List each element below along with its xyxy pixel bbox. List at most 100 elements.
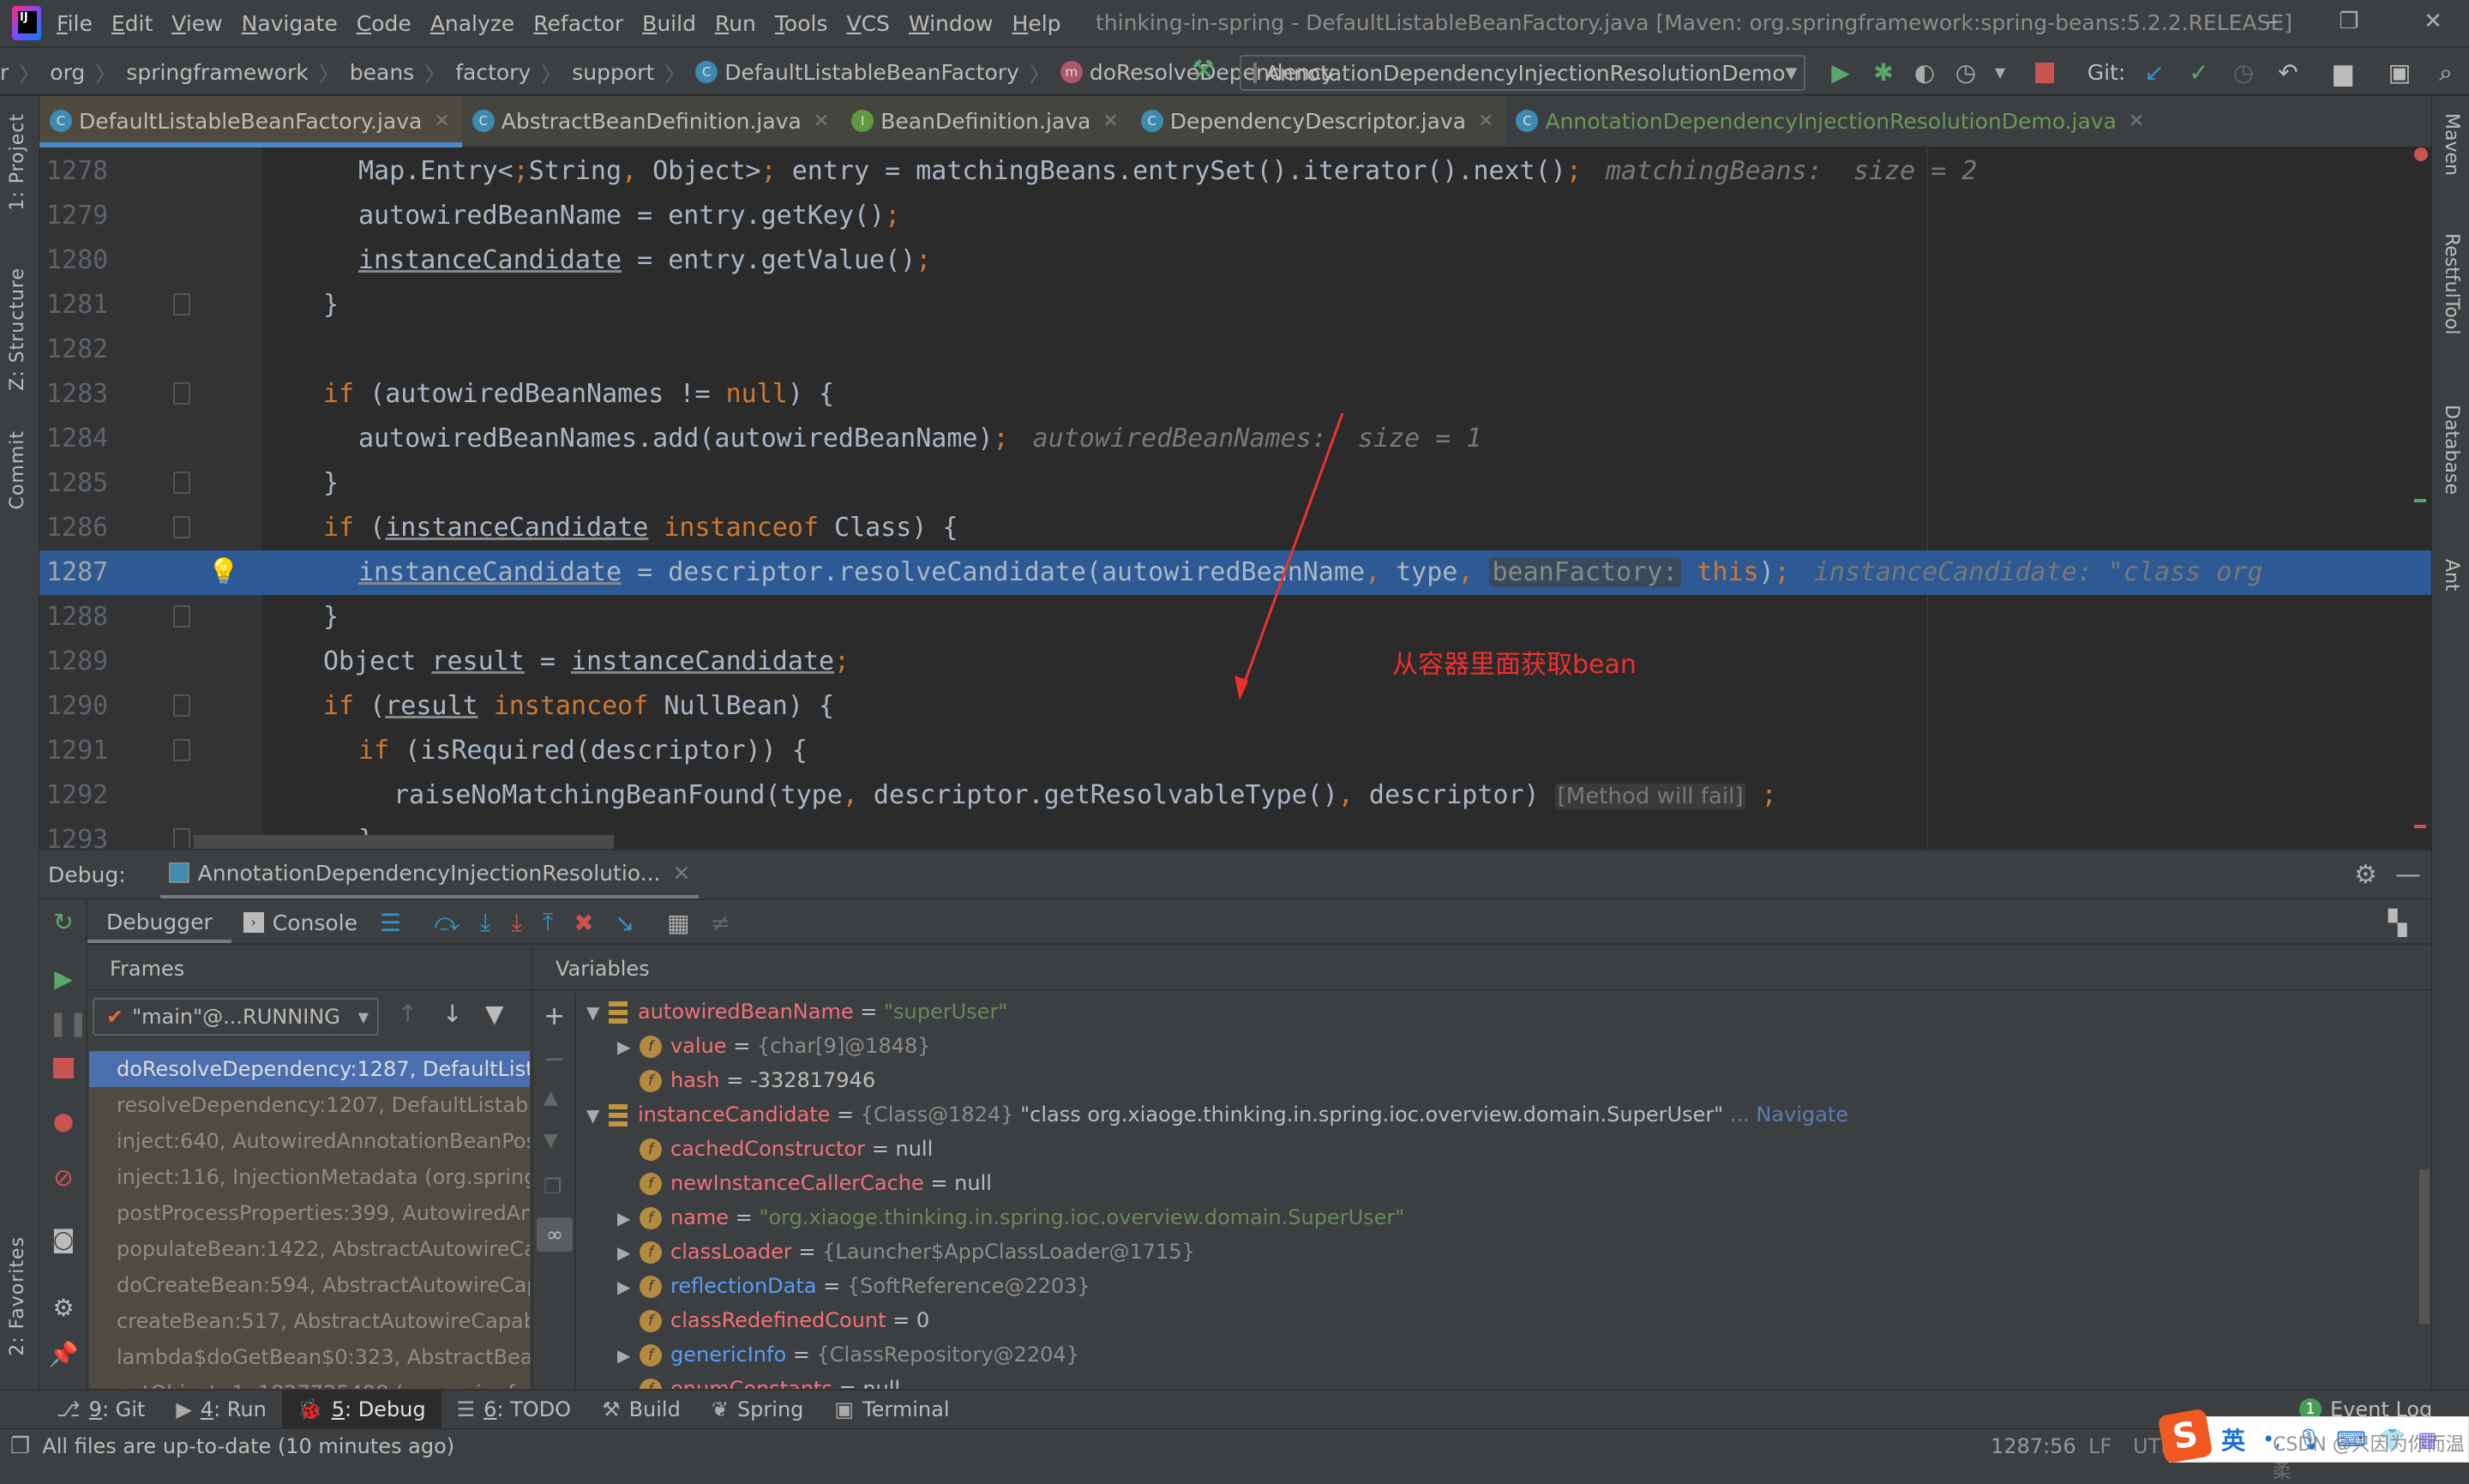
collapsed-arrow-icon[interactable]: ▶ — [617, 1030, 640, 1064]
close-window-button[interactable]: ✕ — [2416, 9, 2450, 39]
breadcrumb-item[interactable]: factory — [455, 60, 531, 85]
git-commit-icon[interactable]: ✓ — [2184, 58, 2214, 87]
tool-favorites[interactable]: 2: Favorites — [7, 1236, 28, 1356]
tool-window-run[interactable]: ▶ 4: Run — [160, 1391, 281, 1428]
tool-project[interactable]: 1: Project — [7, 113, 28, 211]
variable-node[interactable]: ▶ f reflectionData = {SoftReference@2203} — [617, 1269, 1090, 1303]
line-number[interactable]: 1278 — [46, 149, 115, 194]
stack-frame[interactable]: resolveDependency:1207, DefaultListableB — [89, 1087, 530, 1123]
line-number[interactable]: 1290 — [46, 684, 115, 729]
ime-language[interactable]: 英 — [2221, 1422, 2245, 1457]
line-number[interactable]: 1281 — [46, 283, 115, 327]
debug-session-tab[interactable]: AnnotationDependencyInjectionResolutio..… — [159, 850, 700, 898]
line-number[interactable]: 1283 — [46, 372, 115, 417]
step-over-icon[interactable]: ⤼ — [434, 908, 460, 937]
close-tab-icon[interactable]: ✕ — [1102, 111, 1118, 132]
pin-icon[interactable]: 📌 — [48, 1339, 79, 1370]
stop-debug-icon[interactable] — [48, 1053, 79, 1084]
variable-node[interactable]: f newInstanceCallerCache = null — [617, 1166, 992, 1200]
editor-tab[interactable]: C AbstractBeanDefinition.java ✕ — [461, 96, 842, 146]
tool-window-debug[interactable]: 🐞 5: Debug — [281, 1391, 442, 1428]
previous-frame-icon[interactable]: ↑ — [398, 1000, 418, 1028]
restore-button[interactable]: ❐ — [2332, 9, 2366, 39]
line-separator[interactable]: LF — [2088, 1434, 2112, 1458]
line-number[interactable]: 1285 — [46, 461, 115, 506]
stack-frame[interactable]: doResolveDependency:1287, DefaultListab — [89, 1051, 530, 1087]
intention-bulb-icon[interactable]: 💡 — [207, 550, 239, 595]
git-update-icon[interactable]: ↙ — [2140, 58, 2169, 87]
menu-navigate[interactable]: Navigate — [242, 11, 338, 36]
project-structure-icon[interactable]: ▆ — [2328, 58, 2358, 87]
tool-structure[interactable]: Z: Structure — [7, 267, 28, 391]
minimize-button[interactable]: – — [2255, 9, 2289, 39]
close-tab-icon[interactable]: ✕ — [814, 111, 829, 132]
tool-restfultool[interactable]: RestfulTool — [2441, 233, 2462, 334]
line-number[interactable]: 1288 — [46, 595, 115, 640]
editor-tab[interactable]: C AnnotationDependencyInjectionResolution… — [1505, 96, 2157, 146]
snapshot-camera-icon[interactable]: ◙ — [48, 1224, 79, 1255]
debug-settings-icon[interactable]: ⚙ — [48, 1293, 79, 1324]
filter-icon[interactable]: ▼ — [485, 1000, 504, 1028]
tool-database[interactable]: Database — [2441, 405, 2462, 495]
stack-frame[interactable]: inject:116, InjectionMetadata (org.sprin… — [89, 1159, 530, 1195]
step-into-icon[interactable]: ⤓ — [480, 908, 490, 937]
close-tab-icon[interactable]: ✕ — [1478, 111, 1493, 132]
variable-node[interactable]: ▶ f value = {char[9]@1848} — [617, 1029, 931, 1063]
line-number[interactable]: 1286 — [46, 506, 115, 550]
line-number[interactable]: 1282 — [46, 327, 115, 372]
menu-tools[interactable]: Tools — [775, 11, 828, 36]
run-configuration-select[interactable]: AnnotationDependencyInjectionResolutionD… — [1240, 55, 1805, 91]
force-step-into-icon[interactable]: ⤓ — [511, 908, 521, 937]
code-line[interactable]: 1282 — [39, 327, 2431, 372]
line-number[interactable]: 1284 — [46, 417, 115, 461]
close-tab-icon[interactable]: ✕ — [2129, 111, 2144, 132]
layout-settings-icon[interactable]: ▚ — [2388, 909, 2407, 937]
resume-icon[interactable]: ▶ — [48, 964, 79, 994]
profiler-icon[interactable]: ◷ — [1951, 58, 1980, 87]
presentation-icon[interactable]: ▣ — [2385, 58, 2414, 87]
pause-icon[interactable]: ❚❚ — [48, 1008, 88, 1039]
menu-file[interactable]: File — [57, 11, 93, 36]
remove-watch-icon[interactable]: − — [544, 1044, 565, 1074]
stack-frame[interactable]: doCreateBean:594, AbstractAutowireCapal — [89, 1267, 530, 1303]
tool-maven[interactable]: Maven — [2441, 113, 2462, 176]
caret-position[interactable]: 1287:56 — [1991, 1434, 2076, 1458]
mute-breakpoints-icon[interactable]: ⊘ — [48, 1163, 79, 1193]
breadcrumb-item[interactable]: C DefaultListableBeanFactory — [695, 60, 1019, 85]
tool-window-build[interactable]: ⚒ Build — [586, 1391, 696, 1428]
variable-node[interactable]: f cachedConstructor = null — [617, 1132, 933, 1166]
stack-frame[interactable]: inject:640, AutowiredAnnotationBeanPostP — [89, 1123, 530, 1159]
breadcrumb-item[interactable]: r — [0, 60, 9, 85]
git-history-icon[interactable]: ◷ — [2229, 58, 2258, 87]
hide-panel-icon[interactable]: — — [2395, 860, 2421, 890]
line-number[interactable]: 1279 — [46, 194, 115, 238]
code-line[interactable]: 1292 raiseNoMatchingBeanFound(type, descr… — [39, 773, 2431, 818]
horizontal-scrollbar[interactable] — [194, 835, 614, 849]
tool-window-git[interactable]: ⎇ 9: Git — [41, 1391, 160, 1428]
collapsed-arrow-icon[interactable]: ▶ — [617, 1235, 640, 1270]
editor-tab[interactable]: C DefaultListableBeanFactory.java ✕ — [39, 96, 462, 147]
menu-help[interactable]: Help — [1012, 11, 1061, 36]
line-number[interactable]: 1280 — [46, 238, 115, 283]
stack-frame[interactable]: createBean:517, AbstractAutowireCapableI — [89, 1303, 530, 1339]
build-hammer-icon[interactable]: ⚒ — [1192, 55, 1215, 85]
tool-window-terminal[interactable]: ▣ Terminal — [819, 1391, 964, 1428]
variable-node[interactable]: ▶ f genericInfo = {ClassRepository@2204} — [617, 1337, 1079, 1372]
breadcrumb-item[interactable]: springframework — [126, 60, 308, 85]
menu-vcs[interactable]: VCS — [846, 11, 889, 36]
code-line[interactable]: 1291 if (isRequired(descriptor)) { — [39, 729, 2431, 773]
sogou-logo-icon[interactable]: S — [2157, 1408, 2214, 1464]
close-tab-icon[interactable]: ✕ — [434, 111, 449, 132]
menu-run[interactable]: Run — [715, 11, 756, 36]
run-to-cursor-icon[interactable]: ↘ — [615, 909, 634, 937]
collapsed-arrow-icon[interactable]: ▶ — [617, 1270, 640, 1304]
navigate-link[interactable]: Navigate — [1756, 1102, 1848, 1127]
stack-frame[interactable]: postProcessProperties:399, AutowiredAnn — [89, 1195, 530, 1231]
search-icon[interactable]: ⌕ — [2431, 58, 2460, 87]
code-editor[interactable]: 1278 Map.Entry<;String, Object>; entry = … — [39, 147, 2431, 849]
copy-watch-icon[interactable]: ❐ — [544, 1175, 562, 1199]
variable-node[interactable]: f classRedefinedCount = 0 — [617, 1303, 929, 1337]
next-frame-icon[interactable]: ↓ — [442, 1000, 462, 1028]
step-out-icon[interactable]: ⤒ — [543, 908, 553, 937]
drop-frame-icon[interactable]: ✖ — [574, 909, 593, 937]
